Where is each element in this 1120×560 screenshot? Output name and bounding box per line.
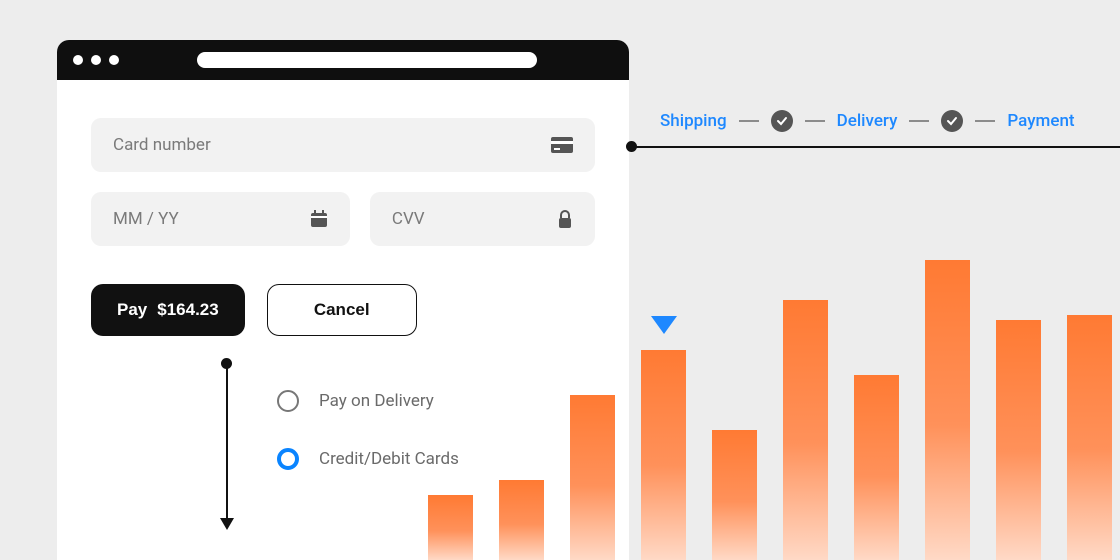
radio-icon (277, 390, 299, 412)
chart-bar (428, 495, 473, 560)
chart-bar (712, 430, 757, 560)
chart-bar (783, 300, 828, 560)
step-shipping[interactable]: Shipping (660, 111, 727, 131)
step-divider-icon (739, 120, 759, 122)
chart-bar (854, 375, 899, 560)
caret-down-icon (651, 316, 677, 334)
pay-label: Pay (117, 300, 147, 320)
window-dot-icon (91, 55, 101, 65)
radio-selected-icon (277, 448, 299, 470)
window-dot-icon (73, 55, 83, 65)
credit-card-icon (551, 137, 573, 153)
step-divider-icon (909, 120, 929, 122)
check-icon (771, 110, 793, 132)
window-titlebar (57, 40, 629, 80)
chart-bar (925, 260, 970, 560)
lock-icon (557, 210, 573, 228)
chart-bar (641, 350, 686, 560)
card-number-placeholder: Card number (113, 135, 211, 155)
chart-bar (570, 395, 615, 560)
checkout-steps: Shipping Delivery Payment (660, 110, 1120, 132)
pay-amount: $164.23 (157, 300, 218, 320)
metrics-bar-chart (428, 230, 1120, 560)
cancel-label: Cancel (314, 300, 370, 320)
card-number-field[interactable]: Card number (91, 118, 595, 172)
expiry-field[interactable]: MM / YY (91, 192, 350, 246)
step-divider-icon (805, 120, 825, 122)
expiry-placeholder: MM / YY (113, 209, 179, 229)
chart-bar (996, 320, 1041, 560)
cvv-placeholder: CVV (392, 209, 425, 229)
calendar-icon (310, 210, 328, 228)
step-payment[interactable]: Payment (1007, 111, 1074, 131)
chart-bar (499, 480, 544, 560)
arrow-down-icon (226, 363, 228, 528)
address-bar[interactable] (197, 52, 537, 68)
step-divider-icon (975, 120, 995, 122)
pay-button[interactable]: Pay $164.23 (91, 284, 245, 336)
connector-line-icon (632, 146, 1120, 148)
cancel-button[interactable]: Cancel (267, 284, 417, 336)
option-cod-label: Pay on Delivery (319, 391, 434, 411)
chart-bar (1067, 315, 1112, 560)
check-icon (941, 110, 963, 132)
step-delivery[interactable]: Delivery (837, 111, 898, 131)
window-dot-icon (109, 55, 119, 65)
